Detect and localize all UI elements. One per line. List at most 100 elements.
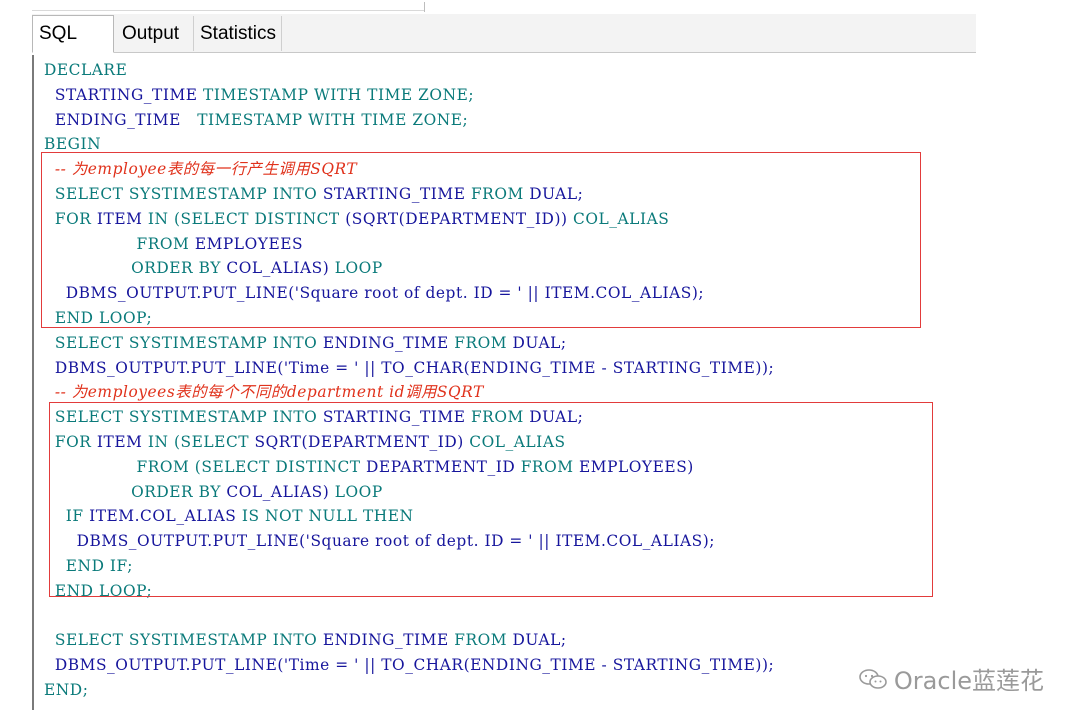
code-text: ENDING_TIME — [44, 110, 198, 129]
code-text: END LOOP; — [44, 308, 153, 327]
code-lines: DECLARE STARTING_TIME TIMESTAMP WITH TIM… — [44, 58, 774, 703]
code-line: DBMS_OUTPUT.PUT_LINE('Square root of dep… — [44, 529, 774, 554]
code-text: DUAL; — [512, 333, 567, 352]
code-text: DEPARTMENT_ID — [366, 457, 516, 476]
code-text: DECLARE — [44, 61, 128, 79]
code-text: BEGIN — [44, 135, 102, 154]
code-line: STARTING_TIME TIMESTAMP WITH TIME ZONE; — [44, 83, 774, 108]
code-text: COL_ALIAS — [463, 432, 566, 451]
code-text: STARTING_TIME — [322, 408, 466, 427]
code-text: ORDER BY — [44, 259, 227, 278]
code-text: FROM — [44, 234, 195, 253]
code-text: SELECT SYSTIMESTAMP INTO — [44, 408, 323, 427]
code-text: FROM (SELECT DISTINCT — [44, 457, 367, 476]
code-text: IS NOT NULL THEN — [236, 507, 414, 526]
window-divider — [424, 2, 425, 12]
code-text: COL_ALIAS) — [226, 482, 330, 501]
code-text: IN (SELECT DISTINCT — [142, 209, 346, 228]
code-text: STARTING_TIME — [44, 85, 204, 104]
code-text: SELECT SYSTIMESTAMP INTO — [44, 333, 323, 352]
code-text: IF — [44, 507, 90, 526]
code-line: FROM (SELECT DISTINCT DEPARTMENT_ID FROM… — [44, 455, 774, 480]
code-text: ORDER BY — [44, 482, 227, 501]
code-text: END IF; — [44, 556, 133, 575]
code-text: DUAL; — [512, 631, 567, 650]
code-line: FOR ITEM IN (SELECT SQRT(DEPARTMENT_ID) … — [44, 430, 774, 455]
code-text: SELECT SYSTIMESTAMP INTO — [44, 184, 323, 203]
window-top-border — [32, 10, 425, 11]
code-text: DUAL; — [529, 184, 584, 203]
code-text: LOOP — [329, 259, 383, 278]
code-line: END IF; — [44, 554, 774, 579]
watermark: Oracle蓝莲花 — [858, 661, 1044, 696]
code-text: (SQRT(DEPARTMENT_ID)) — [345, 209, 568, 228]
code-text: EMPLOYEES — [194, 234, 304, 253]
code-line: DBMS_OUTPUT.PUT_LINE('Square root of dep… — [44, 281, 774, 306]
code-text: SQRT(DEPARTMENT_ID) — [254, 432, 464, 451]
tab-sql-label: SQL — [39, 23, 78, 44]
code-text: ITEM — [96, 432, 143, 451]
code-text: ITEM — [96, 209, 143, 228]
tab-output[interactable]: Output — [116, 16, 194, 51]
code-text: END; — [44, 680, 89, 699]
wechat-icon — [859, 668, 887, 689]
watermark-text: Oracle蓝莲花 — [893, 667, 1044, 695]
code-line: SELECT SYSTIMESTAMP INTO ENDING_TIME FRO… — [44, 628, 774, 653]
tab-bar: SQL Output Statistics — [32, 14, 976, 53]
code-line: FROM EMPLOYEES — [44, 232, 774, 257]
code-text: TIMESTAMP WITH TIME ZONE; — [197, 110, 469, 129]
code-text: -- 为employee表的每一行产生调用SQRT — [44, 160, 358, 179]
code-line: END LOOP; — [44, 579, 774, 604]
code-line: SELECT SYSTIMESTAMP INTO STARTING_TIME F… — [44, 182, 774, 207]
code-comment: -- 为employees表的每个不同的department id调用SQRT — [44, 380, 774, 405]
code-text: ENDING_TIME — [322, 333, 449, 352]
sql-editor[interactable]: DECLARE STARTING_TIME TIMESTAMP WITH TIM… — [32, 55, 976, 715]
code-text: DBMS_OUTPUT.PUT_LINE('Time = ' || TO_CHA… — [44, 656, 775, 675]
code-text: FROM — [465, 184, 530, 203]
code-text: -- 为employees表的每个不同的department id调用SQRT — [44, 383, 484, 402]
code-text: DBMS_OUTPUT.PUT_LINE('Time = ' || TO_CHA… — [44, 358, 775, 377]
tab-sql[interactable]: SQL — [32, 15, 114, 53]
code-text: DBMS_OUTPUT.PUT_LINE('Square root of dep… — [65, 284, 705, 303]
code-line: IF ITEM.COL_ALIAS IS NOT NULL THEN — [44, 504, 774, 529]
code-text: FOR — [44, 209, 97, 228]
code-line: SELECT SYSTIMESTAMP INTO STARTING_TIME F… — [44, 405, 774, 430]
code-text: COL_ALIAS — [567, 209, 670, 228]
code-text: FROM — [448, 631, 513, 650]
code-line: DECLARE — [44, 58, 774, 83]
code-line: ORDER BY COL_ALIAS) LOOP — [44, 480, 774, 505]
code-line: END LOOP; — [44, 306, 774, 331]
code-text: EMPLOYEES) — [579, 457, 694, 476]
code-text: SELECT SYSTIMESTAMP INTO — [44, 631, 323, 650]
code-line: ENDING_TIME TIMESTAMP WITH TIME ZONE; — [44, 108, 774, 133]
tab-statistics-label: Statistics — [200, 23, 277, 44]
code-text: IN (SELECT — [142, 432, 255, 451]
code-text: DBMS_OUTPUT.PUT_LINE('Square root of dep… — [76, 532, 716, 551]
code-line: END; — [44, 678, 774, 703]
code-text: FROM — [515, 457, 579, 476]
code-line: ORDER BY COL_ALIAS) LOOP — [44, 256, 774, 281]
code-text: TIMESTAMP WITH TIME ZONE; — [203, 85, 475, 104]
code-text: DUAL; — [529, 408, 584, 427]
code-text: FROM — [465, 408, 530, 427]
code-line: BEGIN — [44, 132, 774, 157]
code-text: ENDING_TIME — [322, 631, 449, 650]
code-line: SELECT SYSTIMESTAMP INTO ENDING_TIME FRO… — [44, 331, 774, 356]
editor-gutter — [32, 55, 34, 710]
code-text: FROM — [448, 333, 513, 352]
tab-output-label: Output — [122, 23, 180, 44]
tab-statistics[interactable]: Statistics — [194, 16, 282, 51]
code-comment: -- 为employee表的每一行产生调用SQRT — [44, 157, 774, 182]
code-line: FOR ITEM IN (SELECT DISTINCT (SQRT(DEPAR… — [44, 207, 774, 232]
code-text: STARTING_TIME — [322, 184, 466, 203]
code-line: DBMS_OUTPUT.PUT_LINE('Time = ' || TO_CHA… — [44, 653, 774, 678]
code-text: COL_ALIAS) — [226, 259, 330, 278]
code-text: END LOOP; — [44, 581, 153, 600]
code-text: LOOP — [329, 482, 383, 501]
code-text: ITEM.COL_ALIAS — [89, 507, 237, 526]
code-text: FOR — [44, 432, 97, 451]
code-line: DBMS_OUTPUT.PUT_LINE('Time = ' || TO_CHA… — [44, 356, 774, 381]
